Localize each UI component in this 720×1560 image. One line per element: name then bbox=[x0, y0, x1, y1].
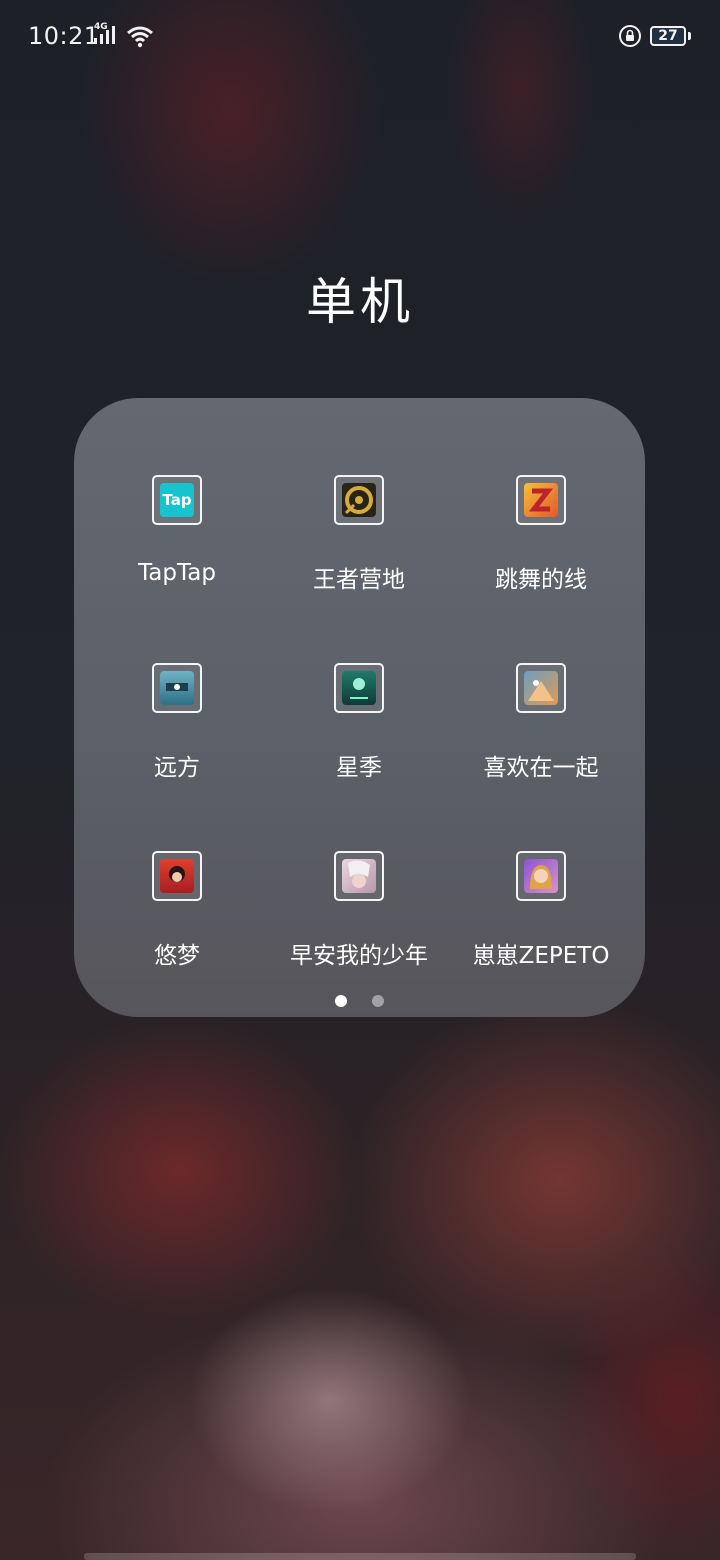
xihuan-zaiyiqi-icon[interactable] bbox=[516, 663, 566, 713]
battery-cap bbox=[688, 32, 691, 40]
page-dot-2[interactable] bbox=[372, 995, 385, 1007]
zaoan-shaonian-icon-glyph bbox=[342, 859, 376, 893]
status-bar: 10:21 4G 27 bbox=[0, 0, 720, 72]
yuanfang-icon[interactable] bbox=[152, 663, 202, 713]
app-label: 早安我的少年 bbox=[290, 943, 428, 969]
battery-icon: 27 bbox=[650, 26, 686, 46]
app-xihuan-zaiyiqi[interactable]: 喜欢在一起 bbox=[450, 663, 632, 813]
rotation-lock-icon bbox=[618, 24, 642, 48]
xihuan-zaiyiqi-icon-glyph bbox=[524, 671, 558, 705]
xingji-icon[interactable] bbox=[334, 663, 384, 713]
page-dot-1[interactable] bbox=[334, 995, 347, 1007]
folder-panel: Tap TapTap 王者营地 跳舞的线 远方 星季 喜欢在一起 悠梦 早安我的… bbox=[74, 398, 645, 1017]
app-label: 崽崽ZEPETO bbox=[472, 943, 610, 969]
folder-title[interactable]: 单机 bbox=[0, 262, 720, 334]
battery-level: 27 bbox=[658, 28, 678, 44]
app-label: 远方 bbox=[154, 755, 200, 781]
bottom-dock-edge bbox=[84, 1553, 636, 1560]
app-dancing-line[interactable]: 跳舞的线 bbox=[450, 475, 632, 625]
wangzhe-yingdi-icon[interactable] bbox=[334, 475, 384, 525]
app-label: 喜欢在一起 bbox=[483, 755, 599, 781]
app-taptap[interactable]: Tap TapTap bbox=[86, 475, 268, 625]
app-zepeto[interactable]: 崽崽ZEPETO bbox=[450, 851, 632, 1001]
network-type: 4G bbox=[94, 22, 108, 32]
wifi-icon bbox=[126, 26, 154, 48]
app-zaoan-shaonian[interactable]: 早安我的少年 bbox=[268, 851, 450, 1001]
zepeto-icon-glyph bbox=[524, 859, 558, 893]
signal-icon: 4G bbox=[92, 22, 122, 48]
dancing-line-icon[interactable] bbox=[516, 475, 566, 525]
app-youmeng[interactable]: 悠梦 bbox=[86, 851, 268, 1001]
taptap-icon[interactable]: Tap bbox=[152, 475, 202, 525]
page-indicator[interactable] bbox=[74, 992, 645, 1007]
yuanfang-icon-glyph bbox=[160, 671, 194, 705]
taptap-icon-glyph: Tap bbox=[160, 483, 194, 517]
app-xingji[interactable]: 星季 bbox=[268, 663, 450, 813]
zepeto-icon[interactable] bbox=[516, 851, 566, 901]
wangzhe-yingdi-icon-glyph bbox=[342, 483, 376, 517]
app-label: 跳舞的线 bbox=[495, 567, 587, 593]
app-wangzhe-yingdi[interactable]: 王者营地 bbox=[268, 475, 450, 625]
zaoan-shaonian-icon[interactable] bbox=[334, 851, 384, 901]
clock: 10:21 bbox=[28, 22, 100, 50]
youmeng-icon-glyph bbox=[160, 859, 194, 893]
youmeng-icon[interactable] bbox=[152, 851, 202, 901]
app-label: 王者营地 bbox=[313, 567, 405, 593]
xingji-icon-glyph bbox=[342, 671, 376, 705]
app-label: 星季 bbox=[336, 755, 382, 781]
app-label: TapTap bbox=[138, 560, 216, 586]
app-grid: Tap TapTap 王者营地 跳舞的线 远方 星季 喜欢在一起 悠梦 早安我的… bbox=[74, 398, 645, 969]
app-yuanfang[interactable]: 远方 bbox=[86, 663, 268, 813]
app-label: 悠梦 bbox=[154, 943, 200, 969]
dancing-line-icon-glyph bbox=[524, 483, 558, 517]
